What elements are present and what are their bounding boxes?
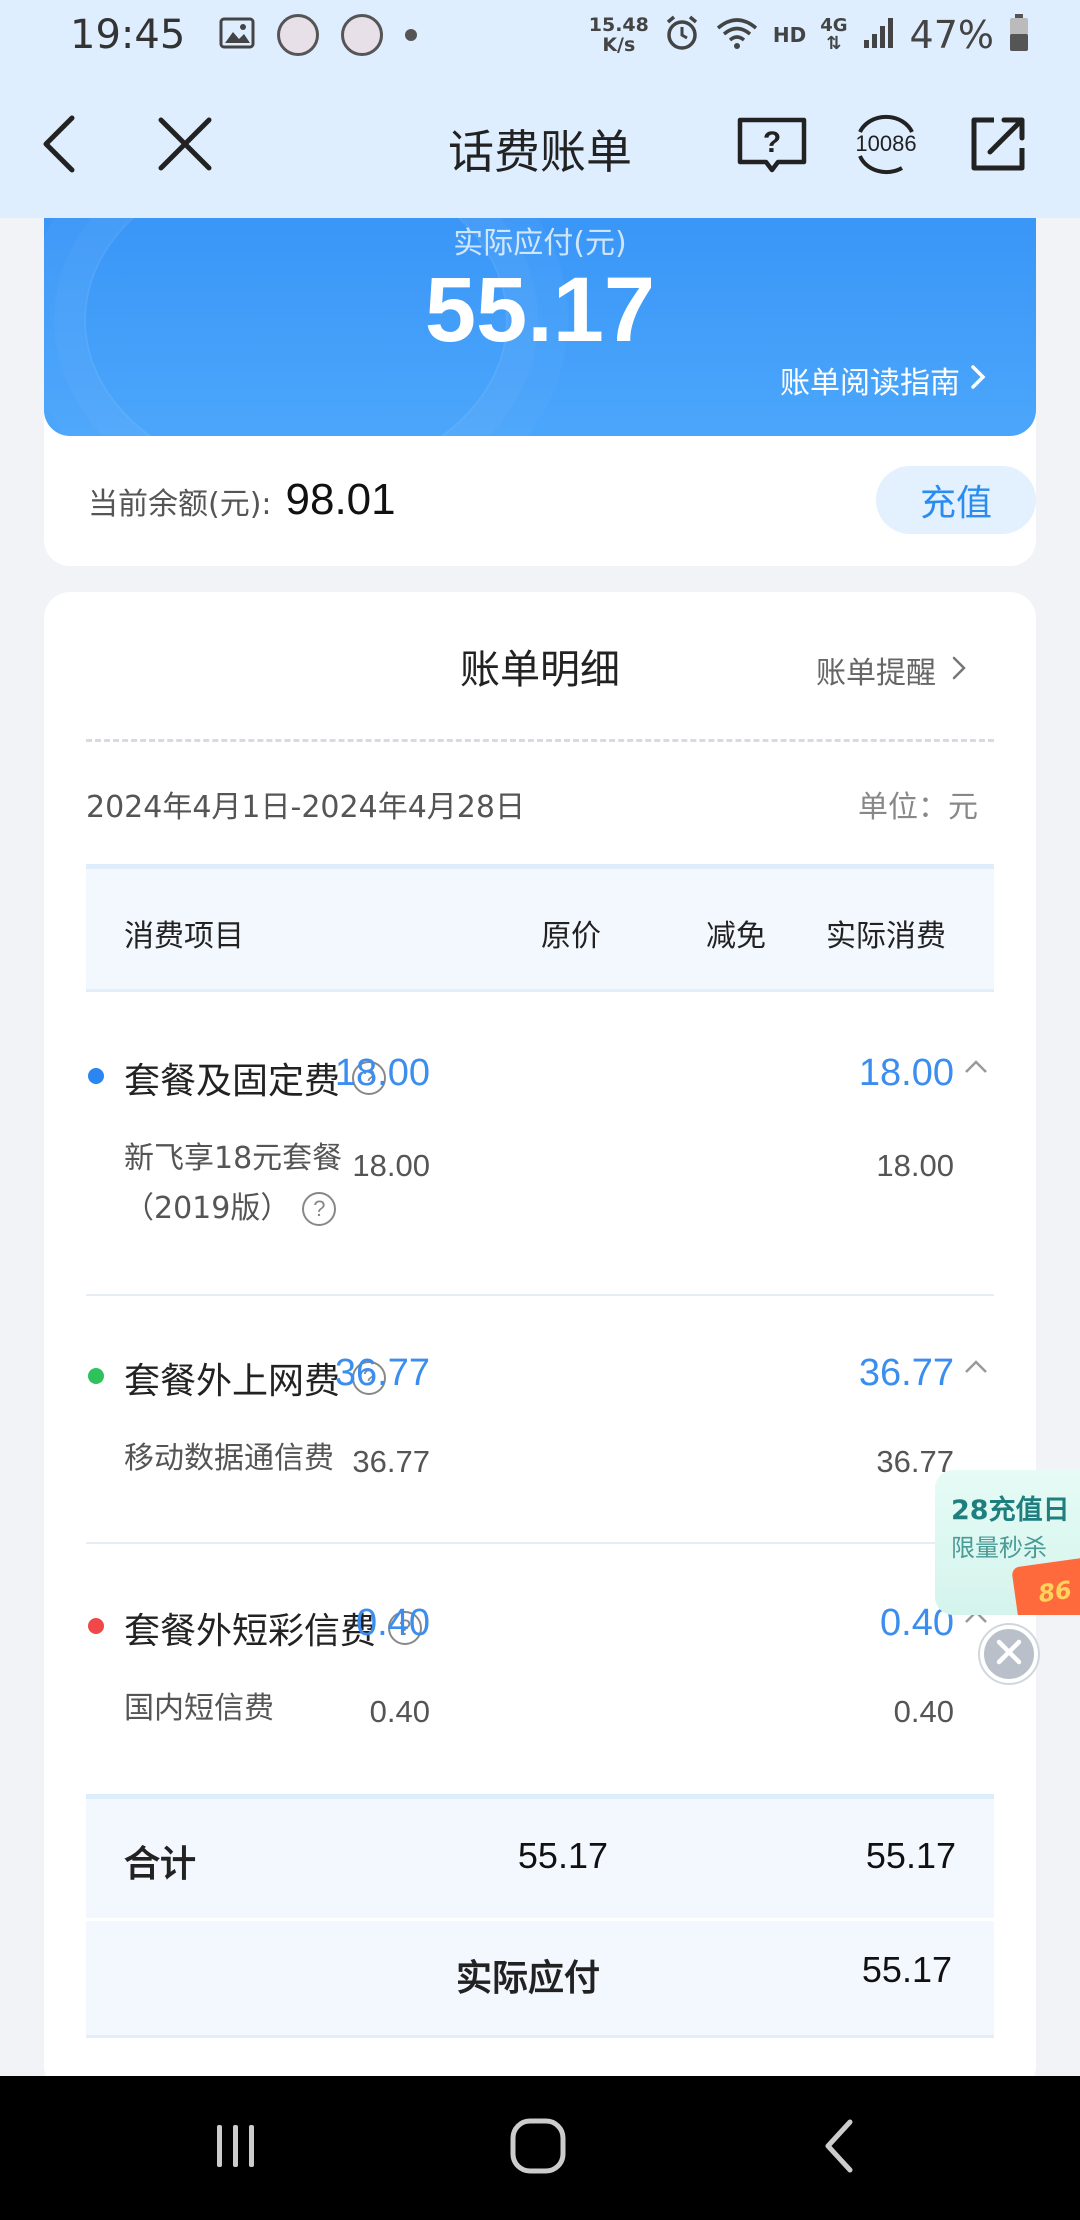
group-actual: 36.77 — [858, 1352, 954, 1394]
status-time: 19:45 — [70, 12, 186, 58]
battery-percent: 47% — [909, 13, 994, 57]
divider — [86, 1542, 994, 1544]
customer-service-button[interactable]: 10086 — [846, 114, 926, 178]
system-indicators: 15.48 K/s HD 4G ⇅ 47% — [589, 13, 1030, 57]
category-dot — [88, 1618, 104, 1634]
gallery-icon — [219, 17, 255, 53]
home-button[interactable] — [498, 2118, 578, 2178]
group-actual: 18.00 — [858, 1052, 954, 1094]
collapse-chevron-up-icon[interactable] — [956, 1052, 996, 1082]
divider — [86, 739, 994, 742]
help-guide-button[interactable]: ? — [736, 114, 808, 178]
svg-text:?: ? — [763, 126, 781, 159]
group-original: 0.40 — [356, 1602, 430, 1644]
category-dot — [88, 1368, 104, 1384]
column-header-original: 原价 — [541, 919, 601, 954]
share-button[interactable] — [966, 114, 1030, 178]
balance-card: 实际应付(元) 55.17 账单阅读指南 当前余额(元): 98.01 充值 — [44, 218, 1036, 566]
alarm-icon — [663, 14, 701, 56]
item-actual: 0.40 — [893, 1694, 954, 1729]
back-icon — [822, 2118, 858, 2178]
chevron-right-icon — [970, 363, 986, 398]
current-balance: 当前余额(元): 98.01 — [88, 475, 396, 525]
avatar-icon — [277, 14, 320, 56]
system-nav-bar — [0, 2076, 1080, 2220]
final-payable-value: 55.17 — [861, 1949, 952, 1990]
divider — [86, 1918, 994, 1921]
category-dot — [88, 1068, 104, 1084]
promo-title: 28充值日 — [951, 1495, 1070, 1526]
item-name: 新飞享18元套餐 （2019版）? — [124, 1141, 343, 1226]
payable-banner: 实际应付(元) 55.17 账单阅读指南 — [44, 218, 1036, 436]
share-icon — [968, 114, 1028, 178]
more-notifications-dot-icon — [405, 29, 418, 41]
wifi-icon — [715, 16, 759, 54]
promo-subtitle: 限量秒杀 — [951, 1534, 1047, 1562]
notification-icons — [219, 14, 418, 56]
table-header: 消费项目 原价 减免 实际消费 — [86, 864, 994, 992]
bill-reminder-link[interactable]: 账单提醒 — [816, 648, 966, 692]
coupon-icon: 86 — [1011, 1556, 1080, 1615]
item-actual: 18.00 — [876, 1148, 954, 1183]
payable-label: 实际应付(元) — [453, 226, 627, 261]
recent-apps-button[interactable] — [196, 2118, 276, 2178]
total-original: 55.17 — [517, 1835, 608, 1876]
system-back-button[interactable] — [800, 2118, 880, 2178]
balance-value: 98.01 — [285, 475, 396, 524]
promo-banner[interactable]: 28充值日 限量秒杀 86 — [935, 1470, 1080, 1615]
billing-period: 2024年4月1日-2024年4月28日 — [86, 790, 525, 825]
column-header-discount: 减免 — [706, 919, 766, 954]
totals-box: 合计 55.17 55.17 实际应付 55.17 — [86, 1794, 994, 2038]
signal-icon — [862, 16, 896, 54]
bill-guide-link[interactable]: 账单阅读指南 — [780, 358, 986, 402]
group-original: 36.77 — [334, 1352, 430, 1394]
recent-apps-icon — [211, 2121, 261, 2175]
battery-icon — [1008, 13, 1030, 57]
hd-indicator: HD — [772, 23, 807, 47]
chevron-right-icon — [952, 653, 966, 688]
item-original: 18.00 — [352, 1148, 430, 1183]
promo-close-button[interactable] — [980, 1625, 1038, 1683]
avatar-icon — [341, 14, 384, 56]
close-icon — [995, 1638, 1023, 1670]
final-payable-label: 实际应付 — [456, 1958, 601, 1999]
net-speed: 15.48 K/s — [588, 14, 649, 56]
collapse-chevron-up-icon[interactable] — [956, 1352, 996, 1382]
unit-label: 单位：元 — [858, 790, 978, 825]
question-icon[interactable]: ? — [302, 1192, 337, 1226]
network-type: 4G ⇅ — [820, 15, 848, 54]
column-header-actual: 实际消费 — [826, 919, 946, 954]
item-name: 国内短信费 — [124, 1691, 274, 1726]
home-icon — [509, 2117, 567, 2179]
bill-detail-card: 账单明细 账单提醒 2024年4月1日-2024年4月28日 单位：元 消费项目… — [44, 592, 1036, 2092]
total-actual: 55.17 — [865, 1835, 956, 1876]
group-original: 18.00 — [334, 1052, 430, 1094]
item-name: 移动数据通信费 — [124, 1441, 334, 1476]
svg-text:10086: 10086 — [855, 131, 916, 156]
recharge-button[interactable]: 充值 — [876, 466, 1036, 534]
customer-service-icon: 10086 — [846, 112, 926, 180]
column-header-item: 消费项目 — [124, 919, 244, 954]
balance-label: 当前余额(元): — [88, 487, 272, 522]
divider — [86, 1294, 994, 1296]
help-book-icon: ? — [736, 114, 808, 178]
status-bar: 19:45 15.48 K/s HD 4G ⇅ 47% — [0, 0, 1080, 70]
item-original: 0.40 — [369, 1694, 430, 1729]
item-original: 36.77 — [352, 1444, 430, 1479]
payable-amount: 55.17 — [424, 259, 656, 361]
total-label: 合计 — [124, 1844, 197, 1885]
app-header: 话费账单 ? 10086 — [0, 70, 1080, 218]
